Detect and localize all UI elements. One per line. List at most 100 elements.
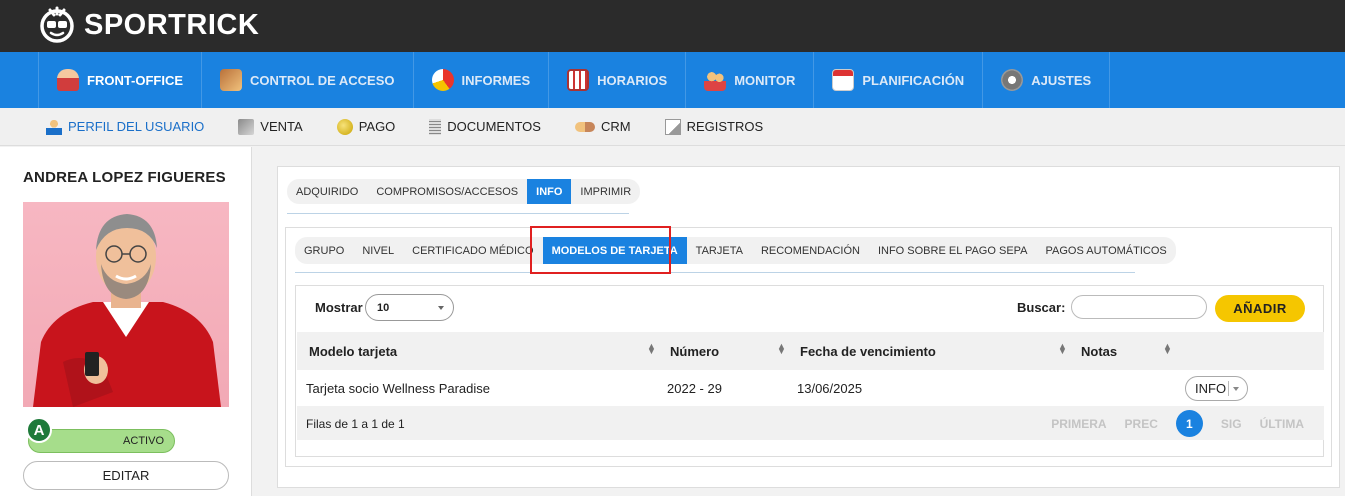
- logo-icon: [38, 6, 76, 44]
- sub-nav-perfil[interactable]: PERFIL DEL USUARIO: [46, 118, 205, 135]
- search-input[interactable]: [1071, 295, 1207, 319]
- tab-nivel[interactable]: NIVEL: [353, 237, 403, 264]
- user-icon: [46, 118, 62, 135]
- add-button[interactable]: AÑADIR: [1215, 295, 1305, 322]
- tabs-level2: GRUPO NIVEL CERTIFICADO MÉDICO MODELOS D…: [295, 237, 1176, 264]
- pager-next[interactable]: SIG: [1221, 417, 1242, 431]
- pager-first[interactable]: PRIMERA: [1051, 417, 1106, 431]
- sub-nav-crm[interactable]: CRM: [574, 119, 631, 134]
- user-icon: [57, 69, 79, 91]
- main-nav-label: FRONT-OFFICE: [87, 72, 184, 88]
- tab-tarjeta[interactable]: TARJETA: [687, 237, 752, 264]
- main-nav-horarios[interactable]: HORARIOS: [549, 52, 687, 108]
- main-nav-label: MONITOR: [734, 72, 796, 88]
- brand-name: SPORTRICK: [84, 8, 260, 41]
- sort-icon[interactable]: ▲ ▼: [1058, 342, 1067, 356]
- sub-nav-label: VENTA: [260, 119, 303, 134]
- status-label: ACTIVO: [123, 435, 164, 447]
- tab-certificado-medico[interactable]: CERTIFICADO MÉDICO: [403, 237, 542, 264]
- tab-pagos-automaticos[interactable]: PAGOS AUTOMÁTICOS: [1037, 237, 1176, 264]
- col-fecha-vencimiento[interactable]: Fecha de vencimiento: [800, 344, 936, 359]
- main-nav-monitor[interactable]: MONITOR: [686, 52, 815, 108]
- main-nav: FRONT-OFFICE CONTROL DE ACCESO INFORMES …: [0, 52, 1345, 118]
- tabs-level1: ADQUIRIDO COMPROMISOS/ACCESOS INFO IMPRI…: [287, 179, 641, 204]
- col-modelo-tarjeta[interactable]: Modelo tarjeta: [309, 344, 397, 359]
- monitor-icon: [704, 69, 727, 91]
- tab-compromisos-accesos[interactable]: COMPROMISOS/ACCESOS: [367, 179, 527, 204]
- tab-imprimir[interactable]: IMPRIMIR: [571, 179, 640, 204]
- tabs-divider: [295, 272, 1135, 273]
- main-nav-label: INFORMES: [461, 72, 531, 88]
- pager-last[interactable]: ÚLTIMA: [1260, 417, 1304, 431]
- rows-info: Filas de 1 a 1 de 1: [306, 417, 405, 431]
- row-info-button[interactable]: INFO: [1185, 376, 1248, 401]
- main-nav-label: CONTROL DE ACCESO: [250, 72, 395, 88]
- status-badge: A: [26, 417, 52, 443]
- table-footer: Filas de 1 a 1 de 1 PRIMERA PREC 1 SIG Ú…: [297, 406, 1324, 440]
- access-icon: [220, 69, 243, 91]
- top-bar: SPORTRICK: [0, 0, 1345, 52]
- tabs-divider: [287, 213, 629, 214]
- table-row: Tarjeta socio Wellness Paradise 2022 - 2…: [297, 370, 1324, 406]
- sub-nav-label: CRM: [600, 119, 631, 134]
- tab-modelos-de-tarjeta[interactable]: MODELOS DE TARJETA: [542, 237, 687, 264]
- cash-icon: [238, 118, 255, 135]
- sub-nav-label: PERFIL DEL USUARIO: [68, 119, 205, 134]
- tab-info-pago-sepa[interactable]: INFO SOBRE EL PAGO SEPA: [869, 237, 1037, 264]
- show-label: Mostrar: [315, 300, 363, 315]
- main-nav-control-acceso[interactable]: CONTROL DE ACCESO: [202, 52, 414, 108]
- tab-grupo[interactable]: GRUPO: [295, 237, 353, 264]
- pie-chart-icon: [431, 69, 454, 91]
- user-photo: [23, 202, 229, 407]
- sub-nav-pago[interactable]: PAGO: [336, 118, 396, 135]
- chevron-down-icon[interactable]: [1233, 387, 1239, 391]
- sub-nav-registros[interactable]: REGISTROS: [664, 118, 764, 135]
- card-models-table: Mostrar 10 Buscar: AÑADIR Modelo tarjeta…: [295, 285, 1324, 457]
- main-nav-label: PLANIFICACIÓN: [862, 72, 965, 88]
- sort-icon[interactable]: ▲ ▼: [1163, 342, 1172, 356]
- sort-icon[interactable]: ▲ ▼: [647, 342, 656, 356]
- document-icon: [429, 118, 442, 135]
- tab-info[interactable]: INFO: [527, 179, 572, 204]
- main-nav-informes[interactable]: INFORMES: [414, 52, 550, 108]
- log-icon: [664, 118, 681, 135]
- col-notas[interactable]: Notas: [1081, 344, 1117, 359]
- main-nav-label: AJUSTES: [1031, 72, 1092, 88]
- main-nav-label: HORARIOS: [597, 72, 668, 88]
- coins-icon: [336, 118, 353, 135]
- gear-icon: [1001, 69, 1024, 91]
- tab-adquirido[interactable]: ADQUIRIDO: [287, 179, 367, 204]
- pager-prev[interactable]: PREC: [1125, 417, 1158, 431]
- search-label: Buscar:: [1017, 300, 1066, 315]
- main-nav-planificacion[interactable]: PLANIFICACIÓN: [814, 52, 984, 108]
- col-numero[interactable]: Número: [670, 344, 719, 359]
- cell-modelo: Tarjeta socio Wellness Paradise: [306, 381, 491, 396]
- main-nav-front-office[interactable]: FRONT-OFFICE: [38, 52, 203, 118]
- calendar-icon: [832, 69, 855, 91]
- sub-nav-label: DOCUMENTOS: [447, 119, 541, 134]
- pagination: PRIMERA PREC 1 SIG ÚLTIMA: [1033, 410, 1304, 437]
- user-name: ANDREA LOPEZ FIGUERES: [23, 169, 226, 186]
- cell-numero: 2022 - 29: [667, 381, 722, 396]
- logo[interactable]: SPORTRICK: [38, 5, 259, 45]
- sub-nav-label: PAGO: [358, 119, 396, 134]
- tab-recomendacion[interactable]: RECOMENDACIÓN: [752, 237, 869, 264]
- sub-nav-venta[interactable]: VENTA: [238, 118, 303, 135]
- row-info-label: INFO: [1195, 381, 1227, 396]
- table-header: Modelo tarjeta ▲ ▼ Número ▲ ▼ Fecha de ven…: [297, 332, 1324, 370]
- page-size-select[interactable]: 10: [365, 294, 454, 321]
- schedule-icon: [567, 69, 590, 91]
- sub-nav: PERFIL DEL USUARIO VENTA PAGO DOCUMENTOS…: [0, 108, 1345, 146]
- handshake-icon: [574, 121, 595, 132]
- user-panel: ANDREA LOPEZ FIGUERES ACTIVO A EDITAR: [0, 147, 252, 496]
- edit-button[interactable]: EDITAR: [23, 461, 229, 490]
- sort-icon[interactable]: ▲ ▼: [777, 342, 786, 356]
- pager-current[interactable]: 1: [1175, 410, 1203, 437]
- divider: [1228, 381, 1229, 396]
- sub-nav-documentos[interactable]: DOCUMENTOS: [429, 118, 541, 135]
- chevron-down-icon: [438, 306, 444, 310]
- page-size-value: 10: [377, 301, 390, 314]
- cell-fecha: 13/06/2025: [797, 381, 863, 396]
- sub-nav-label: REGISTROS: [686, 119, 764, 134]
- main-nav-ajustes[interactable]: AJUSTES: [983, 52, 1111, 108]
